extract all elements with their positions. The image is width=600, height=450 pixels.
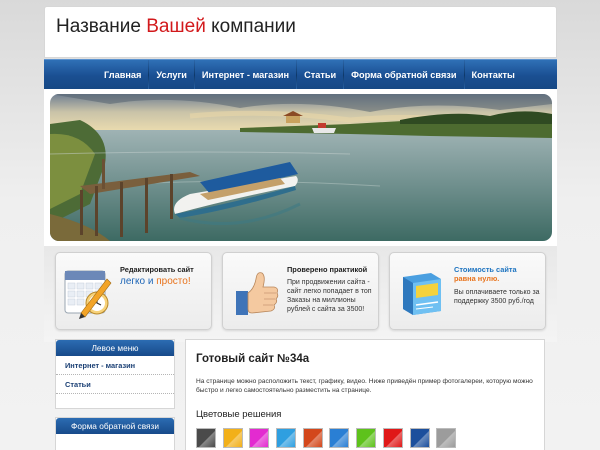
feature-conjunction: и — [147, 276, 154, 287]
nav-item-home[interactable]: Главная — [97, 70, 148, 80]
logo-text-accent: Вашей — [146, 16, 206, 37]
color-swatch[interactable] — [409, 428, 430, 448]
color-swatch[interactable] — [302, 428, 323, 448]
feature-card-proven[interactable]: Проверено практикой При продвижении сайт… — [222, 252, 379, 330]
color-swatch[interactable] — [329, 428, 350, 448]
main-content: Готовый сайт №34а На странице можно расп… — [185, 339, 545, 450]
color-swatch[interactable] — [382, 428, 403, 448]
nav-item-contacts[interactable]: Контакты — [465, 70, 522, 80]
feedback-form-block: Форма обратной связи — [55, 417, 175, 450]
color-swatch[interactable] — [222, 428, 243, 448]
feedback-form-title[interactable]: Форма обратной связи — [56, 418, 174, 434]
logo-text-2: компании — [211, 16, 296, 37]
feature-text: При продвижении сайта - сайт легко попад… — [287, 279, 372, 313]
calendar-pencil-icon — [64, 270, 112, 319]
feature-text: Вы оплачиваете только за поддержку 3500 … — [454, 289, 540, 305]
nav-item-shop[interactable]: Интернет - магазин — [195, 70, 296, 80]
color-swatch[interactable] — [356, 428, 377, 448]
software-box-icon — [403, 273, 441, 315]
left-menu: Левое меню Интернет - магазин Статьи — [55, 339, 175, 409]
feature-title: Стоимость сайта — [454, 265, 517, 274]
left-menu-title: Левое меню — [56, 340, 174, 356]
site-header: Название Вашей компании — [44, 6, 557, 58]
banner-image — [50, 94, 552, 241]
banner-area — [44, 89, 557, 246]
nav-item-articles[interactable]: Статьи — [297, 70, 343, 80]
color-solutions-heading: Цветовые решения — [196, 409, 282, 420]
left-menu-item-articles[interactable]: Статьи — [56, 375, 174, 394]
features-row: Редактировать сайт легко и просто! Прове… — [44, 246, 557, 342]
feature-title-highlight: равна нулю. — [454, 274, 500, 283]
feature-highlight: легко — [120, 276, 146, 287]
nav-item-services[interactable]: Услуги — [149, 70, 194, 80]
thumbs-up-icon — [236, 272, 279, 315]
color-swatch[interactable] — [249, 428, 270, 448]
feature-highlight: просто! — [156, 276, 191, 287]
color-swatch[interactable] — [276, 428, 297, 448]
content-text: На странице можно расположить текст, гра… — [196, 378, 533, 394]
page: Название Вашей компании Главная Услуги И… — [44, 6, 557, 450]
left-menu-item-shop[interactable]: Интернет - магазин — [56, 356, 174, 375]
feature-title: Проверено практикой — [287, 265, 368, 274]
site-logo[interactable]: Название Вашей компании — [56, 16, 296, 38]
color-swatch[interactable] — [436, 428, 457, 448]
lake-pier-boat-photo — [50, 94, 552, 241]
color-swatch[interactable] — [196, 428, 216, 448]
feature-title: Редактировать сайт — [120, 265, 194, 274]
color-swatches — [196, 428, 463, 448]
nav-item-feedback[interactable]: Форма обратной связи — [344, 70, 463, 80]
feature-card-price[interactable]: Стоимость сайта равна нулю. Вы оплачивае… — [389, 252, 546, 330]
page-title: Готовый сайт №34а — [196, 353, 310, 365]
logo-text-1: Название — [56, 16, 141, 37]
feature-card-edit[interactable]: Редактировать сайт легко и просто! — [55, 252, 212, 330]
main-nav: Главная Услуги Интернет - магазин Статьи… — [44, 59, 557, 90]
